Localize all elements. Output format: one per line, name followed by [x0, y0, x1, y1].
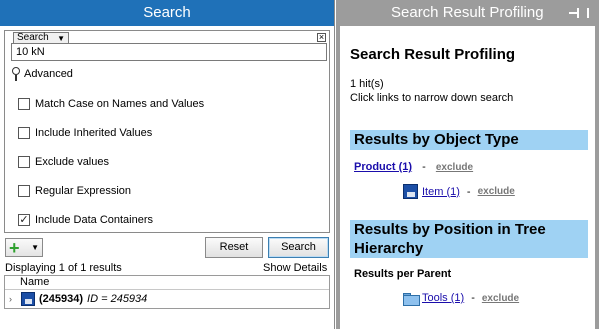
add-criteria-button[interactable]: + ▼ — [5, 238, 43, 257]
hint-text: Click links to narrow down search — [350, 92, 514, 104]
include-inherited-checkbox[interactable] — [18, 126, 30, 139]
object-icon — [21, 292, 35, 306]
plus-icon: + — [9, 238, 20, 258]
search-group: Search ▼ × Advanced Match Case on Names … — [4, 30, 330, 233]
results-status: Displaying 1 of 1 results — [5, 262, 122, 274]
hit-count: 1 hit(s) — [350, 78, 384, 90]
folder-icon — [403, 292, 420, 306]
hits-summary: 1 hit(s) Click links to narrow down sear… — [350, 77, 513, 105]
advanced-label: Advanced — [24, 68, 73, 80]
exclude-values-checkbox[interactable] — [18, 155, 30, 168]
item-link[interactable]: Item (1) — [422, 186, 460, 198]
profiling-title-text: Search Result Profiling — [391, 4, 544, 21]
advanced-toggle[interactable]: Advanced — [11, 67, 73, 81]
section-heading-position: Results by Position in Tree Hierarchy — [350, 220, 588, 258]
profiling-body: Search Result Profiling 1 hit(s) Click l… — [340, 26, 595, 329]
reset-button[interactable]: Reset — [205, 237, 263, 258]
chevron-down-icon: ▼ — [31, 243, 39, 252]
option-label: Regular Expression — [35, 184, 131, 197]
item-row: Item (1) - exclude — [403, 184, 515, 199]
pin-icon — [11, 67, 20, 81]
pin-icon[interactable] — [569, 8, 589, 18]
option-label: Include Data Containers — [35, 213, 154, 226]
regular-expression-checkbox[interactable] — [18, 184, 30, 197]
product-link[interactable]: Product (1) — [354, 161, 412, 173]
match-case-checkbox[interactable] — [18, 97, 30, 110]
section-heading-object-type: Results by Object Type — [350, 130, 588, 150]
option-regular-expression[interactable]: Regular Expression — [18, 176, 204, 205]
search-options: Match Case on Names and Values Include I… — [18, 89, 204, 234]
chevron-right-icon[interactable]: › — [9, 294, 17, 304]
product-exclude-link[interactable]: exclude — [436, 162, 473, 173]
page-title: Search Result Profiling — [350, 46, 516, 63]
option-label: Include Inherited Values — [35, 126, 153, 139]
separator: - — [471, 292, 475, 304]
search-panel-title: Search — [0, 0, 334, 26]
search-mode-label: Search — [17, 32, 49, 43]
column-header-name[interactable]: Name — [5, 276, 329, 290]
separator: - — [422, 161, 426, 173]
results-table: Name › (245934) ID = 245934 — [4, 275, 330, 309]
profiling-panel-title: Search Result Profiling — [336, 0, 599, 26]
option-include-inherited[interactable]: Include Inherited Values — [18, 118, 204, 147]
item-icon — [403, 184, 418, 199]
product-row: Product (1) - exclude — [354, 161, 473, 173]
option-include-data-containers[interactable]: ✓ Include Data Containers — [18, 205, 204, 234]
close-icon[interactable]: × — [317, 33, 326, 42]
results-per-parent-label: Results per Parent — [354, 268, 452, 280]
table-row[interactable]: › (245934) ID = 245934 — [5, 290, 329, 308]
search-button[interactable]: Search — [268, 237, 329, 258]
tools-link[interactable]: Tools (1) — [422, 292, 464, 304]
option-label: Match Case on Names and Values — [35, 97, 205, 110]
option-match-case[interactable]: Match Case on Names and Values — [18, 89, 204, 118]
separator: - — [466, 185, 471, 198]
show-details-link[interactable]: Show Details — [263, 262, 327, 274]
tools-row: Tools (1) - exclude — [403, 292, 519, 306]
tools-exclude-link[interactable]: exclude — [482, 293, 519, 304]
search-panel: Search Search ▼ × Advanced Match Case on… — [0, 0, 335, 329]
search-input[interactable] — [11, 43, 327, 61]
profiling-panel: Search Result Profiling Search Result Pr… — [336, 0, 599, 329]
result-expression: ID = 245934 — [87, 293, 148, 305]
option-label: Exclude values — [35, 155, 109, 168]
option-exclude-values[interactable]: Exclude values — [18, 147, 204, 176]
item-exclude-link[interactable]: exclude — [478, 186, 515, 197]
include-data-containers-checkbox[interactable]: ✓ — [18, 213, 30, 226]
result-id: (245934) — [39, 293, 84, 305]
